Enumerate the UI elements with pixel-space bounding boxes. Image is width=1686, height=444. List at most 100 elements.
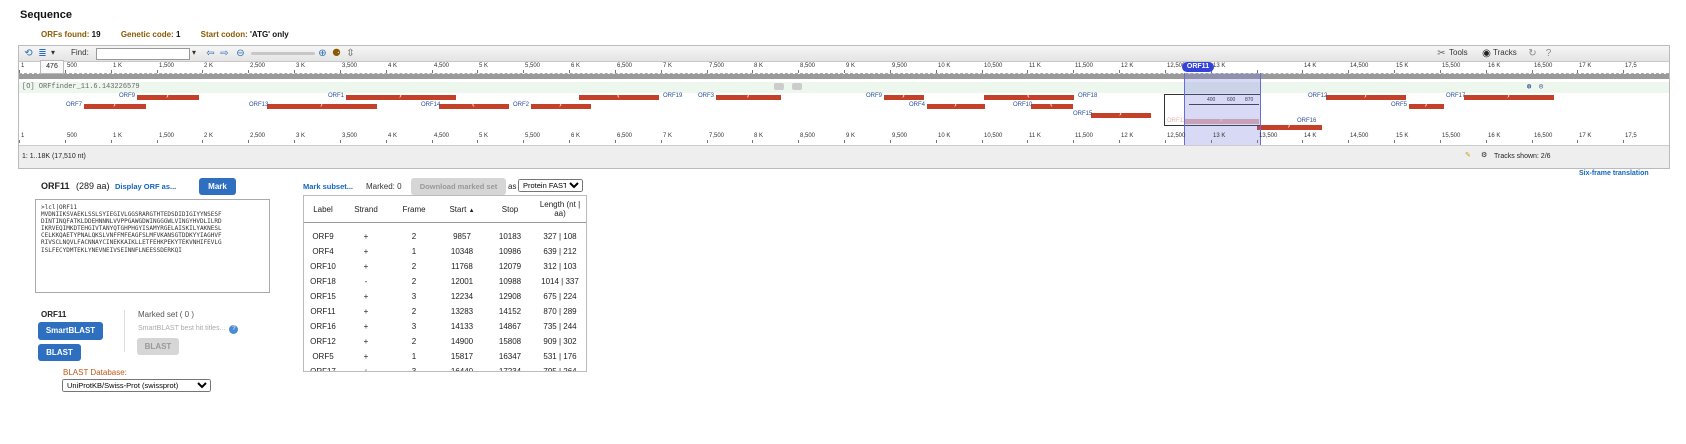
table-row[interactable]: ORF15 +3 12234 12908 675 | 224: [304, 289, 586, 304]
pencil-icon[interactable]: ✎: [1465, 151, 1471, 159]
display-orf-as-link[interactable]: Display ORF as...: [115, 182, 176, 191]
orf-feature[interactable]: ‹: [984, 91, 1074, 100]
table-row[interactable]: ORF12 +2 14900 15808 909 | 302: [304, 334, 586, 349]
ruler-label: 5,500: [525, 63, 541, 69]
col-frame[interactable]: Frame: [390, 196, 438, 223]
table-row[interactable]: ORF18 - 2 12001 10988 1014 | 337: [304, 274, 586, 289]
orf-feature[interactable]: ›: [1091, 109, 1151, 118]
track-close-icon[interactable]: ◎: [1539, 82, 1543, 91]
zoom-slider[interactable]: [251, 52, 315, 55]
track-collapse-icon[interactable]: [792, 83, 802, 90]
orf-sequence-textarea[interactable]: >lcl|ORF11 MVDNIIKSVAEKLSSLSYIEGIVLGGSRA…: [35, 199, 270, 293]
gear-icon[interactable]: ⚙: [1481, 151, 1487, 159]
orf-feature-label[interactable]: ORF5: [1391, 102, 1407, 108]
col-strand[interactable]: Strand: [342, 196, 390, 223]
six-frame-translation-link[interactable]: Six-frame translation: [1579, 170, 1649, 177]
orf-feature-label[interactable]: ORF4: [909, 102, 925, 108]
table-row[interactable]: ORF9 +2 9857 10183 327 | 108: [304, 229, 586, 244]
ruler-tick: [661, 140, 662, 143]
orf-feature[interactable]: ›: [1257, 121, 1322, 130]
orf-feature-label[interactable]: ORF9: [119, 93, 135, 99]
table-row[interactable]: ORF10 +2 11768 12079 312 | 103: [304, 259, 586, 274]
table-row[interactable]: ORF11 +2 13283 14152 870 | 289: [304, 304, 586, 319]
zoom-in-icon[interactable]: ⊕: [317, 48, 328, 59]
marked-blast-button[interactable]: BLAST: [137, 338, 179, 355]
orf-feature-label[interactable]: ORF16: [1297, 118, 1316, 124]
ruler-tick: [157, 70, 158, 73]
orf-feature[interactable]: ›: [267, 100, 377, 109]
find-input[interactable]: [96, 48, 190, 60]
zoom-to-selection-icon[interactable]: ⇳: [345, 48, 356, 59]
orf-feature-label[interactable]: ORF2: [513, 102, 529, 108]
tracks-icon[interactable]: ◉: [1481, 48, 1492, 59]
col-label[interactable]: Label: [304, 196, 342, 223]
orf-feature[interactable]: ‹: [579, 91, 659, 100]
track-settings-icon[interactable]: [774, 83, 784, 90]
dropdown-arrow-icon[interactable]: ▾: [51, 48, 55, 57]
reset-icon[interactable]: ⟲: [23, 48, 34, 59]
download-marked-set-button[interactable]: Download marked set: [411, 178, 506, 195]
orf-feature-label[interactable]: ORF3: [698, 93, 714, 99]
ruler-label: 8,500: [800, 63, 816, 69]
orf-feature-label[interactable]: ORF12: [1308, 93, 1327, 99]
help-circle-icon[interactable]: ?: [229, 325, 239, 334]
orf-feature[interactable]: ›: [346, 91, 456, 100]
orf-feature-label[interactable]: ORF13: [249, 102, 268, 108]
ruler-label: 2 K: [204, 63, 214, 69]
orf-feature[interactable]: ›: [531, 100, 591, 109]
orf-feature[interactable]: ›: [84, 100, 146, 109]
ruler-label: 11 K: [1029, 63, 1041, 69]
panels-icon[interactable]: ≣: [37, 48, 48, 59]
sequence-viewer[interactable]: ⟲ ≣ ▾ Find: ▾ ⇦ ⇨ ⊖ ⊕ ⚈ ⇳ ✂ Tools ◉ Trac…: [18, 45, 1670, 169]
orf-feature-label[interactable]: ORF17: [1446, 93, 1465, 99]
orf-feature[interactable]: ›: [1326, 91, 1406, 100]
orf-feature-label[interactable]: ORF1: [328, 93, 344, 99]
pan-right-icon[interactable]: ⇨: [219, 48, 230, 59]
ruler-label: 1: [21, 63, 25, 69]
selection-badge[interactable]: ORF11: [1182, 62, 1214, 72]
mark-button[interactable]: Mark: [199, 178, 236, 195]
smartblast-button[interactable]: SmartBLAST: [38, 322, 103, 340]
find-dropdown-icon[interactable]: ▾: [192, 48, 196, 57]
format-select[interactable]: Protein FASTA: [518, 179, 583, 192]
zoom-out-icon[interactable]: ⊖: [235, 48, 246, 59]
orf-feature[interactable]: ‹: [439, 100, 509, 109]
tools-icon[interactable]: ✂: [1436, 48, 1447, 59]
orf-feature-label[interactable]: ORF10: [1013, 102, 1032, 108]
pan-left-icon[interactable]: ⇦: [205, 48, 216, 59]
table-row[interactable]: ORF16 +3 14133 14867 735 | 244: [304, 319, 586, 334]
table-row[interactable]: ORF17 +3 16440 17234 795 | 264: [304, 364, 586, 371]
orf-feature-label[interactable]: ORF15: [1073, 111, 1092, 117]
table-cell: 312 | 103: [543, 262, 577, 271]
orf-feature-label[interactable]: ORF7: [66, 102, 82, 108]
orf-feature[interactable]: ›: [1464, 91, 1554, 100]
table-row[interactable]: ORF4 +1 10348 10986 639 | 212: [304, 244, 586, 259]
orf-feature-label[interactable]: ORF18: [1078, 93, 1097, 99]
orf-feature-label[interactable]: ORF9: [866, 93, 882, 99]
orf-feature[interactable]: ›: [137, 91, 199, 100]
orf-feature[interactable]: ›: [884, 91, 924, 100]
track-info-icon[interactable]: ◍: [1527, 82, 1531, 91]
mark-subset-link[interactable]: Mark subset...: [303, 182, 353, 191]
col-length[interactable]: Length (nt | aa): [534, 196, 586, 223]
orf-feature[interactable]: ›: [1409, 100, 1444, 109]
ruler-tick: [707, 70, 708, 73]
tracks-shown[interactable]: Tracks shown: 2/6: [1494, 153, 1551, 160]
orf-feature[interactable]: ›: [927, 100, 985, 109]
zoom-sequence-icon[interactable]: ⚈: [331, 48, 342, 59]
ruler-label: 10,500: [984, 63, 1003, 69]
ruler-tick: [477, 140, 478, 143]
orf-feature-label[interactable]: ORF14: [421, 102, 440, 108]
col-start[interactable]: Start ▲: [438, 196, 486, 223]
blast-database-select[interactable]: UniProtKB/Swiss-Prot (swissprot): [62, 379, 211, 392]
orf-feature-label[interactable]: ORF19: [663, 93, 682, 99]
help-icon[interactable]: ?: [1543, 48, 1554, 59]
blast-button[interactable]: BLAST: [38, 344, 81, 361]
table-row[interactable]: ORF5 +1 15817 16347 531 | 176: [304, 349, 586, 364]
refresh-icon[interactable]: ↻: [1527, 48, 1538, 59]
tracks-menu[interactable]: Tracks: [1493, 48, 1517, 57]
col-stop[interactable]: Stop: [486, 196, 534, 223]
tools-menu[interactable]: Tools: [1449, 48, 1468, 57]
orf-feature[interactable]: ‹: [1031, 100, 1073, 109]
orf-feature[interactable]: ›: [716, 91, 781, 100]
